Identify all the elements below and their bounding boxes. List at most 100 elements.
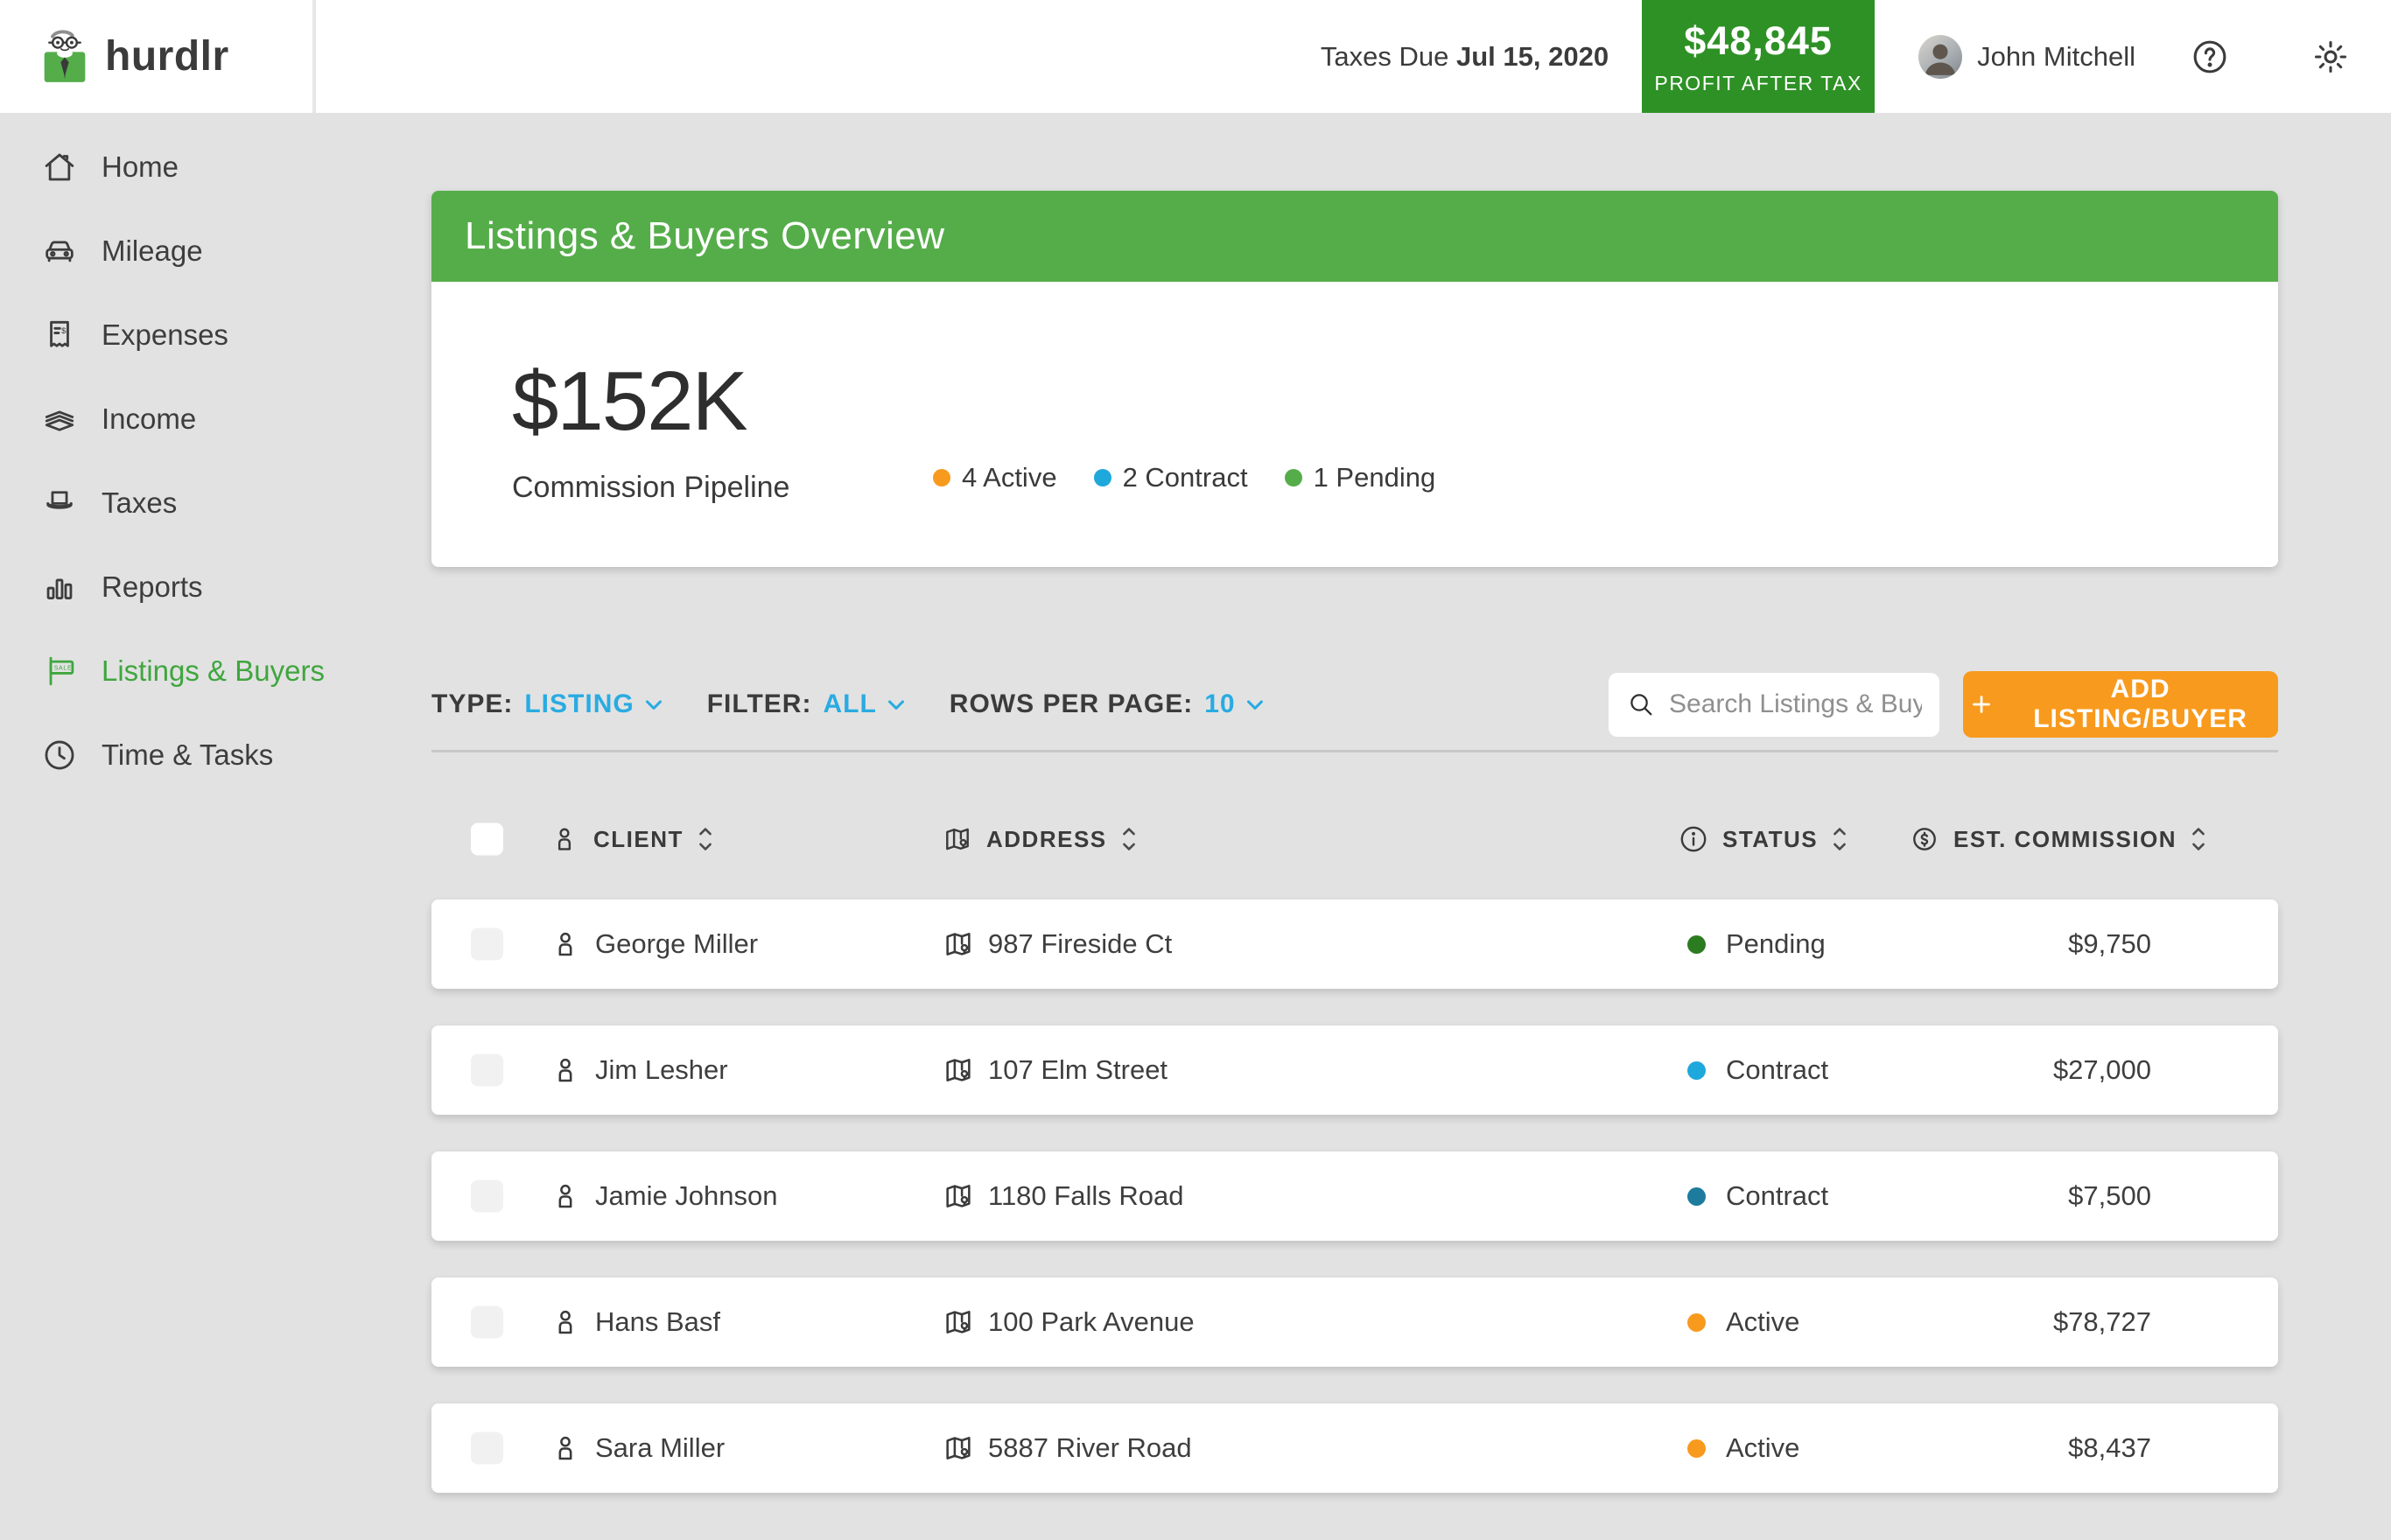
sidebar-item-label: Listings & Buyers <box>102 654 325 688</box>
map-pin-icon <box>942 823 973 855</box>
brand-logo[interactable]: hurdlr <box>0 0 316 113</box>
sort-address-toggle[interactable] <box>1120 823 1138 855</box>
person-icon <box>549 1306 582 1339</box>
address-cell: 1180 Falls Road <box>942 1180 1183 1213</box>
taxes-due-date: Jul 15, 2020 <box>1456 41 1609 72</box>
column-label: EST. COMMISSION <box>1953 826 2177 853</box>
client-cell: Hans Basf <box>549 1306 720 1339</box>
sidebar-nav: Home Mileage $ Expenses Income Taxes Rep… <box>0 125 316 797</box>
column-label: STATUS <box>1722 826 1818 853</box>
type-filter: TYPE: LISTING <box>431 690 666 719</box>
table-row[interactable]: Jamie Johnson 1180 Falls Road Contract $… <box>431 1152 2278 1241</box>
pipeline-stacked-bar <box>933 343 2196 433</box>
pipeline-total-label: Commission Pipeline <box>512 471 933 505</box>
row-checkbox[interactable] <box>471 1306 503 1339</box>
client-cell: Jamie Johnson <box>549 1180 778 1213</box>
row-checkbox[interactable] <box>471 1054 503 1087</box>
person-icon <box>549 823 580 855</box>
table-header: CLIENT ADDRESS STATUS EST. COMMISSION <box>431 802 2278 877</box>
status-cell: Contract <box>1687 1180 1828 1212</box>
est-commission-value: $78,727 <box>2053 1306 2151 1338</box>
table-row[interactable]: Sara Miller 5887 River Road Active $8,43… <box>431 1404 2278 1493</box>
sidebar-item-reports[interactable]: Reports <box>0 545 316 629</box>
sidebar-item-label: Income <box>102 402 196 436</box>
add-listing-buyer-label: ADD LISTING/BUYER <box>2008 675 2273 734</box>
est-commission-value: $27,000 <box>2053 1054 2151 1086</box>
column-label: CLIENT <box>593 826 684 853</box>
taxes-due: Taxes Due Jul 15, 2020 <box>1321 41 1609 73</box>
overview-title: Listings & Buyers Overview <box>465 214 945 258</box>
row-checkbox[interactable] <box>471 928 503 961</box>
help-icon[interactable] <box>2190 37 2230 77</box>
legend-dot <box>1094 469 1111 486</box>
client-name: Jim Lesher <box>595 1054 728 1086</box>
search-input[interactable] <box>1667 689 1924 720</box>
table-row[interactable]: Hans Basf 100 Park Avenue Active $78,727 <box>431 1278 2278 1367</box>
gear-icon[interactable] <box>2310 37 2351 77</box>
user-name: John Mitchell <box>1977 41 2135 73</box>
sort-status-toggle[interactable] <box>1831 823 1848 855</box>
pipeline-bar-area: 4 Active 2 Contract 1 Pending <box>933 282 2196 567</box>
add-listing-buyer-button[interactable]: ADD LISTING/BUYER <box>1963 671 2278 738</box>
search-box <box>1609 673 1939 737</box>
status-text: Pending <box>1726 928 1826 960</box>
type-filter-label: TYPE: <box>431 690 513 719</box>
sidebar-item-expenses[interactable]: $ Expenses <box>0 293 316 377</box>
bar-chart-icon <box>41 569 78 606</box>
client-cell: Jim Lesher <box>549 1054 728 1087</box>
toolbar: TYPE: LISTING FILTER: ALL ROWS PER PAGE:… <box>431 671 2278 738</box>
table-row[interactable]: Jim Lesher 107 Elm Street Contract $27,0… <box>431 1026 2278 1115</box>
row-checkbox[interactable] <box>471 1180 503 1213</box>
status-text: Contract <box>1726 1054 1828 1086</box>
est-commission-cell: $7,500 <box>2068 1180 2151 1212</box>
row-checkbox[interactable] <box>471 1432 503 1465</box>
sidebar-item-time-tasks[interactable]: Time & Tasks <box>0 713 316 797</box>
legend-label: 2 Contract <box>1123 462 1248 494</box>
rows-per-page-filter: ROWS PER PAGE: 10 <box>950 690 1267 719</box>
sidebar-item-label: Taxes <box>102 486 177 520</box>
legend-dot <box>933 469 950 486</box>
address-text: 1180 Falls Road <box>988 1180 1183 1212</box>
sidebar-item-listings-buyers[interactable]: SALE Listings & Buyers <box>0 629 316 713</box>
column-label: ADDRESS <box>986 826 1107 853</box>
client-name: Sara Miller <box>595 1432 725 1464</box>
map-pin-icon <box>942 1306 975 1339</box>
address-text: 5887 River Road <box>988 1432 1192 1464</box>
sort-est-commission-toggle[interactable] <box>2190 823 2207 855</box>
select-all-checkbox[interactable] <box>471 823 503 856</box>
profit-after-tax-box[interactable]: $48,845 PROFIT AFTER TAX <box>1642 0 1875 113</box>
person-icon <box>549 1180 582 1213</box>
svg-text:SALE: SALE <box>54 665 73 671</box>
sidebar-item-label: Time & Tasks <box>102 738 273 772</box>
sidebar-item-home[interactable]: Home <box>0 125 316 209</box>
client-name: Hans Basf <box>595 1306 720 1338</box>
type-filter-dropdown[interactable]: LISTING <box>524 690 665 719</box>
map-pin-icon <box>942 928 975 961</box>
search-icon <box>1626 690 1656 719</box>
sidebar-item-mileage[interactable]: Mileage <box>0 209 316 293</box>
sidebar-item-taxes[interactable]: Taxes <box>0 461 316 545</box>
column-header-est-commission: EST. COMMISSION <box>1909 823 2207 855</box>
user-menu[interactable]: John Mitchell <box>1918 35 2135 79</box>
rows-per-page-value: 10 <box>1204 690 1235 719</box>
sidebar-item-income[interactable]: Income <box>0 377 316 461</box>
person-icon <box>549 1054 582 1087</box>
est-commission-value: $8,437 <box>2068 1432 2151 1464</box>
address-cell: 5887 River Road <box>942 1432 1192 1465</box>
hurdlr-mascot-icon <box>40 29 89 85</box>
rows-per-page-dropdown[interactable]: 10 <box>1204 690 1266 719</box>
table-rows: George Miller 987 Fireside Ct Pending $9… <box>431 900 2278 1493</box>
pipeline-legend: 4 Active 2 Contract 1 Pending <box>933 462 2196 494</box>
car-icon <box>41 233 78 270</box>
filter-filter-dropdown[interactable]: ALL <box>823 690 908 719</box>
est-commission-cell: $8,437 <box>2068 1432 2151 1464</box>
legend-label: 4 Active <box>962 462 1057 494</box>
status-text: Contract <box>1726 1180 1828 1212</box>
address-text: 100 Park Avenue <box>988 1306 1195 1338</box>
legend-dot <box>1285 469 1302 486</box>
client-cell: Sara Miller <box>549 1432 725 1465</box>
sort-client-toggle[interactable] <box>697 823 714 855</box>
table-row[interactable]: George Miller 987 Fireside Ct Pending $9… <box>431 900 2278 989</box>
est-commission-cell: $78,727 <box>2053 1306 2151 1338</box>
client-name: George Miller <box>595 928 758 960</box>
